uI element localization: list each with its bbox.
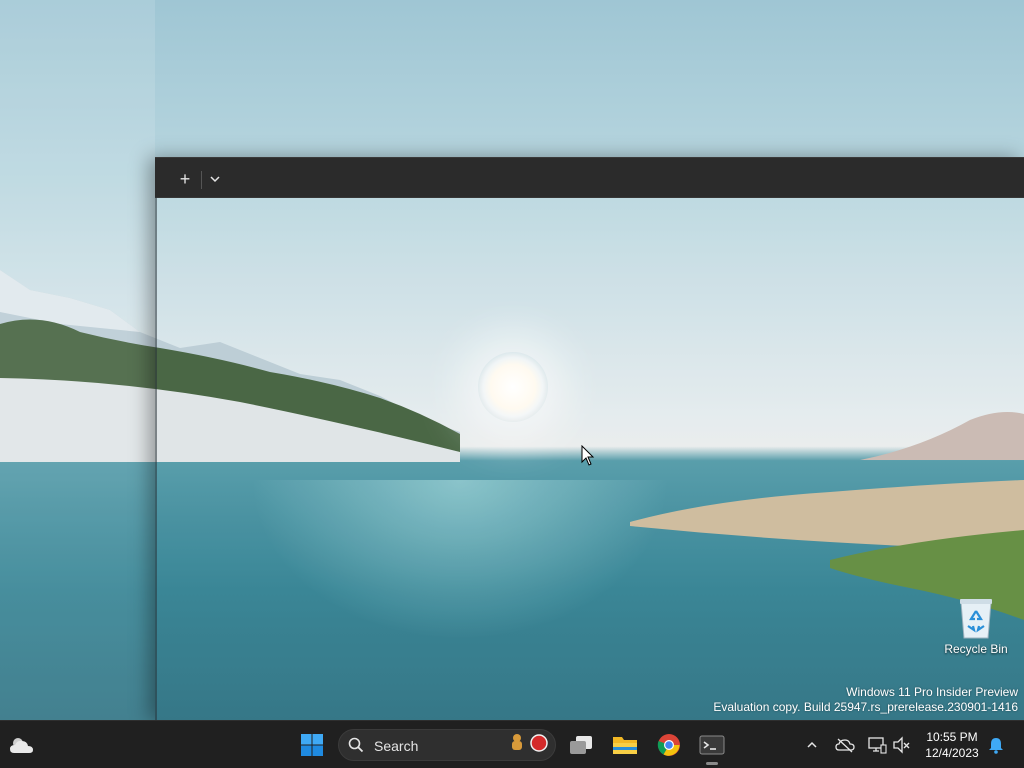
widgets-button[interactable]	[6, 729, 38, 761]
search-highlight-icon	[512, 734, 548, 752]
clock-time: 10:55 PM	[926, 730, 978, 744]
evaluation-watermark: Windows 11 Pro Insider Preview Evaluatio…	[713, 685, 1018, 715]
watermark-line-1: Windows 11 Pro Insider Preview	[846, 685, 1018, 699]
desktop-icon-label: Recycle Bin	[944, 642, 1008, 656]
onedrive-tray-button[interactable]	[833, 733, 857, 757]
search-placeholder: Search	[374, 738, 419, 754]
mouse-pointer-icon	[581, 445, 595, 466]
chrome-icon	[657, 734, 680, 756]
file-explorer-button[interactable]	[609, 729, 641, 761]
volume-tray-button[interactable]	[890, 733, 914, 757]
desktop-icon-recycle-bin[interactable]: Recycle Bin	[940, 596, 1012, 666]
network-icon	[868, 737, 887, 754]
window-ghost-overlay	[0, 0, 155, 720]
terminal-taskbar-button[interactable]	[696, 729, 728, 765]
terminal-window[interactable]: +	[155, 157, 1024, 720]
terminal-titlebar[interactable]: +	[155, 157, 1024, 198]
search-icon	[348, 737, 364, 753]
folder-icon	[613, 737, 637, 754]
taskbar: Search 10:55 PM 12/4/2023	[0, 720, 1024, 768]
terminal-icon	[699, 735, 725, 755]
chevron-down-icon	[210, 176, 220, 183]
recycle-bin-icon	[960, 599, 992, 639]
weather-cloud-icon	[10, 738, 33, 753]
desktop: + Recycle Bin Windows 11 Pro Insider Pre…	[0, 0, 1024, 720]
onedrive-offline-icon	[835, 738, 855, 753]
network-tray-button[interactable]	[865, 733, 889, 757]
clock-date: 12/4/2023	[925, 746, 979, 760]
notification-center-button[interactable]	[984, 733, 1008, 757]
plus-icon: +	[179, 168, 191, 189]
chevron-up-icon	[807, 741, 817, 748]
task-view-button[interactable]	[565, 729, 597, 761]
volume-muted-icon	[893, 736, 910, 754]
new-tab-button[interactable]: +	[172, 166, 198, 192]
show-hidden-icons-button[interactable]	[800, 733, 824, 757]
tab-dropdown-button[interactable]	[202, 166, 228, 192]
watermark-line-2: Evaluation copy. Build 25947.rs_prerelea…	[713, 700, 1018, 714]
taskbar-clock[interactable]: 10:55 PM 12/4/2023	[918, 729, 986, 761]
windows-logo-icon	[301, 734, 323, 756]
bell-icon	[989, 738, 1003, 754]
start-button[interactable]	[296, 729, 328, 761]
task-view-icon	[570, 736, 592, 754]
chrome-button[interactable]	[653, 729, 685, 761]
